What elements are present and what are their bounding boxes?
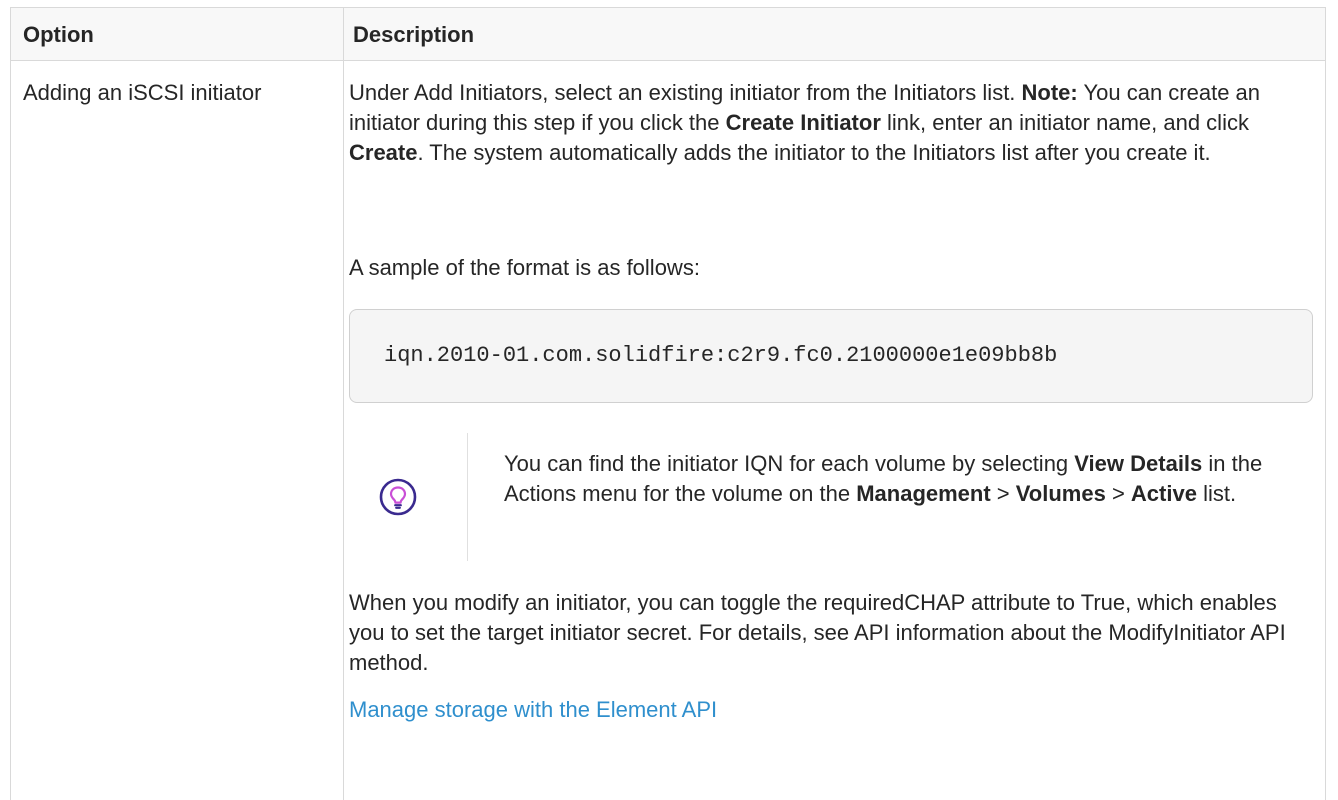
note-label: Note: xyxy=(1021,80,1078,105)
options-table: Option Description Adding an iSCSI initi… xyxy=(10,7,1326,800)
modify-paragraph: When you modify an initiator, you can to… xyxy=(349,590,1286,675)
column-divider xyxy=(343,8,344,800)
view-details-label: View Details xyxy=(1074,451,1203,476)
header-option: Option xyxy=(23,22,94,47)
p1-text-c: link, enter an initiator name, and click xyxy=(880,110,1249,135)
p1-text-a: Under Add Initiators, select an existing… xyxy=(349,80,1022,105)
tip-admonition: You can find the initiator IQN for each … xyxy=(349,433,1313,561)
header-description: Description xyxy=(353,22,475,47)
volumes-label: Volumes xyxy=(1015,481,1106,506)
tip-divider xyxy=(467,433,468,561)
element-api-link[interactable]: Manage storage with the Element API xyxy=(349,695,717,725)
code-block[interactable]: iqn.2010-01.com.solidfire:c2r9.fc0.21000… xyxy=(349,309,1313,403)
tip-text: You can find the initiator IQN for each … xyxy=(504,449,1304,509)
active-label: Active xyxy=(1130,481,1197,506)
p1-text-d: . The system automatically adds the init… xyxy=(417,140,1211,165)
lightbulb-icon xyxy=(379,478,417,516)
tip-text-4: > xyxy=(1105,481,1131,506)
create-label: Create xyxy=(349,140,418,165)
code-sample[interactable]: iqn.2010-01.com.solidfire:c2r9.fc0.21000… xyxy=(384,341,1057,371)
description-cell: Under Add Initiators, select an existing… xyxy=(349,78,1319,722)
initiator-paragraph: Under Add Initiators, select an existing… xyxy=(349,78,1319,168)
option-cell: Adding an iSCSI initiator xyxy=(23,80,262,105)
create-initiator-label: Create Initiator xyxy=(725,110,881,135)
tip-text-1: You can find the initiator IQN for each … xyxy=(504,451,1075,476)
management-label: Management xyxy=(856,481,991,506)
table-header-row: Option Description xyxy=(11,8,1325,61)
sample-intro: A sample of the format is as follows: xyxy=(349,255,700,280)
tip-text-3: > xyxy=(990,481,1016,506)
tip-text-5: list. xyxy=(1196,481,1237,506)
